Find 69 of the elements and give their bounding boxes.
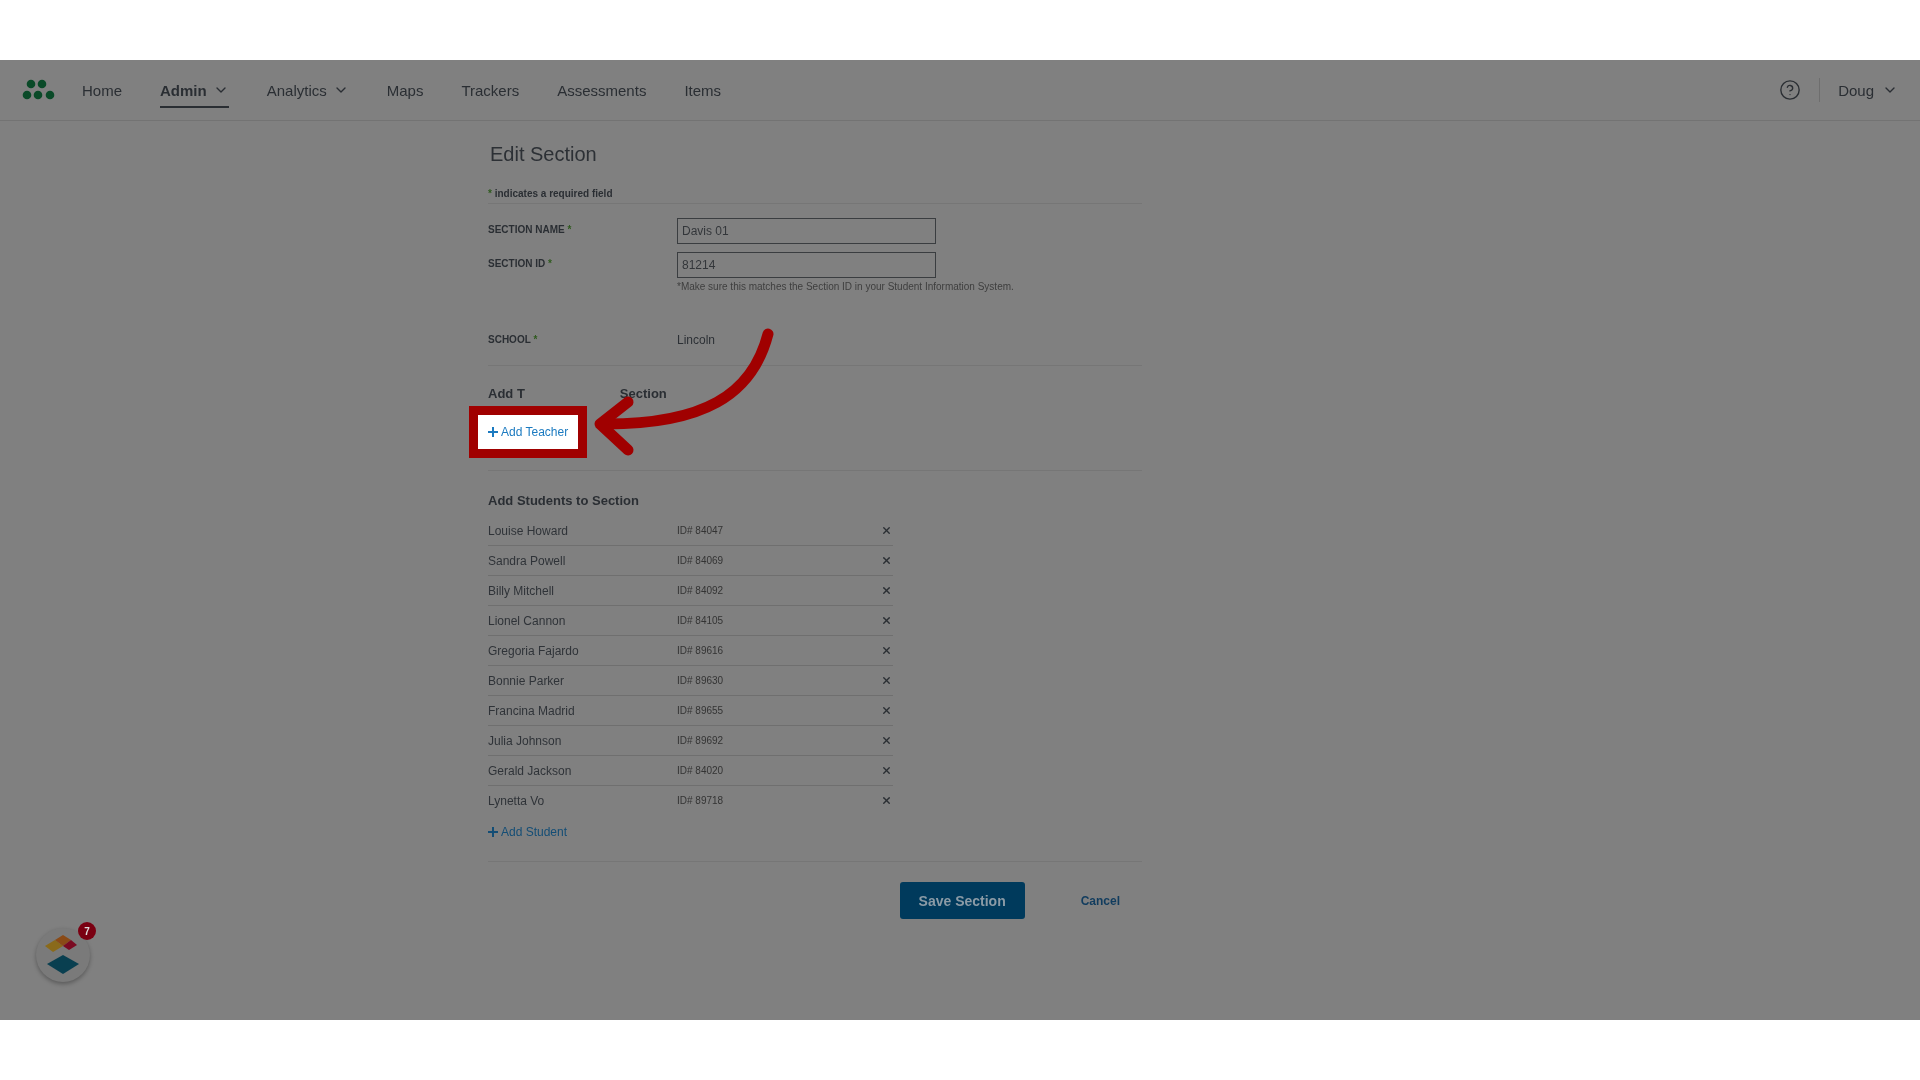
remove-button[interactable] — [881, 525, 893, 536]
section-heading: Add T — [488, 386, 525, 403]
student-id: ID# 84020 — [677, 765, 725, 776]
nav-item[interactable]: Admin — [160, 72, 229, 108]
save-button[interactable]: Save Section — [899, 882, 1025, 919]
nav-item[interactable]: Assessments — [557, 72, 647, 108]
student-name: Sandra Powell — [488, 553, 567, 568]
close-icon — [881, 615, 892, 626]
student-name: Bonnie Parker — [488, 673, 566, 688]
remove-button[interactable] — [881, 555, 893, 566]
remove-button[interactable] — [881, 735, 893, 746]
field-label: SECTION NAME * — [488, 223, 573, 235]
close-icon — [881, 525, 892, 536]
plus-icon — [488, 427, 498, 437]
nav-item[interactable]: Analytics — [266, 72, 349, 108]
add-student-button[interactable]: Add Student — [488, 825, 568, 839]
required-note: * indicates a required field — [488, 188, 1142, 204]
field-value: Lincoln — [677, 332, 717, 347]
help-widget-button[interactable] — [36, 928, 90, 982]
student-id: ID# 89630 — [677, 675, 725, 686]
field-hint: *Make sure this matches the Section ID in your Student Information System. — [677, 281, 1015, 292]
student-id: ID# 89692 — [677, 735, 725, 746]
student-name: Lynetta Vo — [488, 793, 546, 808]
nav-item[interactable]: Items — [684, 72, 722, 108]
plus-icon — [488, 827, 498, 837]
student-name: Gerald Jackson — [488, 763, 573, 778]
close-icon — [881, 765, 892, 776]
field-label: SECTION ID * — [488, 257, 553, 269]
section-heading: Add Students to Section — [488, 493, 640, 508]
user-menu[interactable]: Doug — [1838, 81, 1898, 99]
student-name: Billy Mitchell — [488, 583, 555, 598]
student-name: Louise Howard — [488, 523, 570, 538]
cancel-link[interactable]: Cancel — [1080, 893, 1120, 908]
notification-badge: 7 — [78, 922, 96, 940]
nav-item[interactable]: Trackers — [461, 72, 520, 108]
remove-button[interactable] — [881, 645, 893, 656]
add-teacher-button[interactable]: Add Teacher — [478, 415, 579, 449]
remove-button[interactable] — [881, 615, 893, 626]
remove-button[interactable] — [881, 675, 893, 686]
student-id: ID# 89718 — [677, 795, 725, 806]
student-id: ID# 84069 — [677, 555, 725, 566]
student-id: ID# 89616 — [677, 645, 725, 656]
remove-button[interactable] — [881, 705, 893, 716]
student-name: Francina Madrid — [488, 703, 576, 718]
nav-item[interactable]: Maps — [386, 72, 424, 108]
close-icon — [881, 735, 892, 746]
remove-button[interactable] — [881, 795, 893, 806]
student-name: Lionel Cannon — [488, 613, 567, 628]
student-name: Julia Johnson — [488, 733, 563, 748]
help-icon[interactable] — [1779, 79, 1802, 101]
close-icon — [881, 555, 892, 566]
close-icon — [881, 795, 892, 806]
remove-button[interactable] — [881, 765, 893, 776]
text-field[interactable]: 81214 — [677, 252, 936, 278]
student-name: Gregoria Fajardo — [488, 643, 580, 658]
nav-item[interactable]: Home — [82, 72, 122, 108]
close-icon — [881, 645, 892, 656]
text-field[interactable]: Davis 01 — [677, 218, 936, 244]
student-id: ID# 84092 — [677, 585, 725, 596]
field-label: SCHOOL * — [488, 333, 539, 345]
close-icon — [881, 705, 892, 716]
section-heading: Section — [619, 386, 667, 403]
student-id: ID# 84047 — [677, 525, 725, 536]
page-title: Edit Section — [490, 143, 598, 166]
student-id: ID# 89655 — [677, 705, 725, 716]
student-id: ID# 84105 — [677, 615, 725, 626]
remove-button[interactable] — [881, 585, 893, 596]
close-icon — [881, 585, 892, 596]
close-icon — [881, 675, 892, 686]
